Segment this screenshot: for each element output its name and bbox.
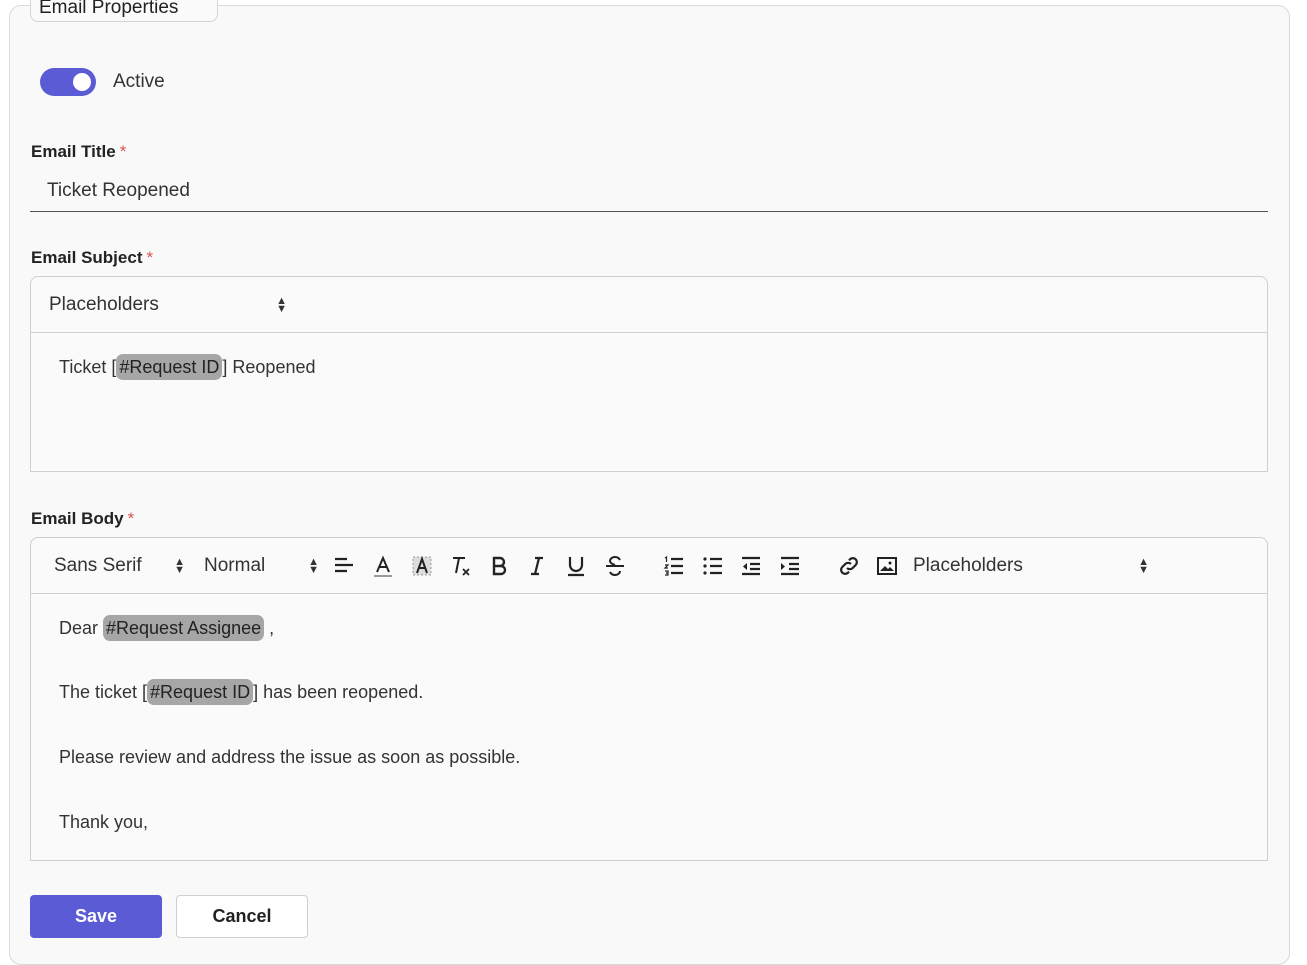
subject-toolbar: Placeholders ▲ ▼: [31, 277, 1267, 333]
required-mark: *: [119, 142, 127, 161]
section-legend: Email Properties: [30, 0, 218, 22]
bullet-list-icon[interactable]: [698, 551, 728, 581]
body-placeholders-select[interactable]: Placeholders ▲ ▼: [913, 538, 1149, 594]
body-content[interactable]: Dear #Request Assignee , The ticket [#Re…: [31, 594, 1267, 851]
body-line-review: Please review and address the issue as s…: [59, 747, 521, 767]
link-icon[interactable]: [834, 551, 864, 581]
subject-placeholders-label: Placeholders: [49, 294, 159, 315]
active-toggle-row: Active: [40, 68, 165, 96]
image-icon[interactable]: [872, 551, 902, 581]
placeholder-chip: #Request ID: [147, 679, 254, 705]
cancel-button[interactable]: Cancel: [176, 895, 308, 938]
email-body-label: Email Body *: [31, 509, 134, 529]
subject-text-after: ] Reopened: [222, 357, 316, 377]
active-toggle-label: Active: [113, 71, 165, 92]
font-family-label: Sans Serif: [54, 555, 142, 576]
ticket-text-after: ] has been reopened.: [253, 682, 424, 702]
body-line-ticket: The ticket [#Request ID] has been reopen…: [59, 679, 1239, 747]
updown-icon: ▲ ▼: [308, 556, 319, 576]
font-family-select[interactable]: Sans Serif ▲ ▼: [54, 538, 185, 594]
ordered-list-icon[interactable]: [659, 551, 689, 581]
font-size-label: Normal: [204, 555, 266, 576]
active-toggle[interactable]: [40, 68, 96, 96]
email-subject-editor: Placeholders ▲ ▼ Ticket [#Request ID] Reo…: [30, 276, 1268, 472]
email-body-editor: Sans Serif ▲ ▼ Normal ▲ ▼ Placeholders ▲…: [30, 537, 1268, 861]
font-size-select[interactable]: Normal ▲ ▼: [204, 538, 319, 594]
background-color-icon[interactable]: [407, 551, 437, 581]
greeting-text: Dear: [59, 618, 104, 638]
required-mark: *: [127, 509, 135, 528]
email-title-label: Email Title *: [31, 142, 126, 162]
email-subject-label: Email Subject *: [31, 248, 153, 268]
placeholder-chip: #Request ID: [116, 354, 223, 380]
updown-icon: ▲ ▼: [174, 556, 185, 576]
outdent-icon[interactable]: [736, 551, 766, 581]
italic-icon[interactable]: [522, 551, 552, 581]
email-title-label-text: Email Title: [31, 142, 116, 161]
strikethrough-icon[interactable]: [600, 551, 630, 581]
email-title-input[interactable]: [30, 170, 1268, 212]
body-toolbar: Sans Serif ▲ ▼ Normal ▲ ▼ Placeholders ▲…: [31, 538, 1267, 594]
updown-icon: ▲ ▼: [1138, 556, 1149, 576]
body-line-signoff: Thank you,: [59, 812, 149, 832]
email-subject-label-text: Email Subject: [31, 248, 143, 267]
ticket-text-before: The ticket [: [59, 682, 148, 702]
clear-format-icon[interactable]: [446, 551, 476, 581]
underline-icon[interactable]: [561, 551, 591, 581]
body-line-greeting: Dear #Request Assignee ,: [59, 615, 1239, 682]
placeholder-chip: #Request Assignee: [103, 615, 265, 641]
required-mark: *: [146, 248, 154, 267]
body-placeholders-label: Placeholders: [913, 555, 1023, 576]
toggle-knob: [73, 73, 91, 91]
subject-text-before: Ticket [: [59, 357, 117, 377]
subject-line: Ticket [#Request ID] Reopened: [59, 354, 1239, 380]
subject-content[interactable]: Ticket [#Request ID] Reopened: [31, 333, 1267, 396]
email-body-label-text: Email Body: [31, 509, 124, 528]
align-icon[interactable]: [329, 551, 359, 581]
subject-placeholders-select[interactable]: Placeholders ▲ ▼: [49, 277, 287, 333]
bold-icon[interactable]: [484, 551, 514, 581]
updown-icon: ▲ ▼: [276, 295, 287, 315]
indent-icon[interactable]: [775, 551, 805, 581]
greeting-after: ,: [264, 618, 275, 638]
save-button[interactable]: Save: [30, 895, 162, 938]
font-color-icon[interactable]: [368, 551, 398, 581]
